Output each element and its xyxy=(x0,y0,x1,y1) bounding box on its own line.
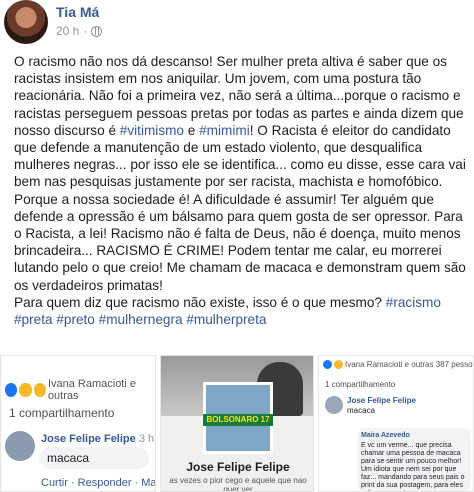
reactions-label: Ivana Ramacioti e outras 387 pessoas xyxy=(345,360,474,369)
post-line: bem nas pesquisas justamente por ser rac… xyxy=(14,174,443,190)
post-line-rest: ! O Racista é eleitor do candidato xyxy=(249,122,451,138)
commenter-name: Jose Felipe Felipe 3 h xyxy=(41,433,154,445)
post-line: o Racista, a lei! Racismo não é falta de… xyxy=(14,226,461,242)
post-body: O racismo não nos dá descanso! Ser mulhe… xyxy=(14,53,466,328)
haha-reaction-icon xyxy=(19,383,32,397)
like-reaction-icon xyxy=(5,383,18,397)
post-line: brincadeira... RACISMO É CRIME! Podem te… xyxy=(14,243,442,259)
globe-icon xyxy=(91,25,103,37)
post-line: Porque a nossa sociedade é! A dificuldad… xyxy=(14,191,434,207)
post-line: O racismo não nos dá descanso! Ser mulhe… xyxy=(14,54,447,69)
reply-author: Maira Azevedo xyxy=(361,432,410,439)
post-line: racistas perseguem pessoas pretas por to… xyxy=(14,105,464,121)
comment-actions: Curtir · Responder · Mais xyxy=(41,477,156,489)
reply-text: E vc um verme... que precisa chamar uma … xyxy=(361,442,465,491)
post-line: mulheres negras... por isso ele se ident… xyxy=(14,157,466,173)
post-line-text: nosso discurso é xyxy=(14,122,120,138)
reactions-summary: Ivana Ramacioti e outras 387 pessoas xyxy=(323,360,474,369)
post-header: Tia Má 20 h · xyxy=(0,0,474,46)
post-photos: Ivana Ramacioti e outras 1 compartilhame… xyxy=(0,355,474,492)
photo-thumbnail-1[interactable]: Ivana Ramacioti e outras 1 compartilhame… xyxy=(0,355,156,492)
profile-bio: as vezes o pior cego e aquele que nao qu… xyxy=(169,476,307,492)
like-reaction-icon xyxy=(323,360,332,369)
photo-thumbnail-2[interactable]: BOLSONARO 17 Jose Felipe Felipe as vezes… xyxy=(160,355,314,492)
post-line: racistas insistem em nos aniquilar. Um j… xyxy=(14,71,422,87)
hashtag-line: #preta #preto #mulhernegra #mulherpreta xyxy=(14,311,466,328)
comment-text: macaca xyxy=(47,451,90,465)
hashtag-mulhernegra[interactable]: #mulhernegra xyxy=(99,312,183,327)
hashtag-preto[interactable]: #preto xyxy=(56,312,95,327)
share-count: 1 compartilhamento xyxy=(9,406,115,420)
post-line-and: e xyxy=(184,122,200,138)
post-line: nosso discurso é #vitimismo e #mimimi! O… xyxy=(14,122,466,139)
comment-text: macaca xyxy=(347,406,376,415)
post-line: defende a opressão é um bálsamo para que… xyxy=(14,208,463,224)
photo-thumbnail-3[interactable]: Ivana Ramacioti e outras 387 pessoas 1 c… xyxy=(318,355,474,492)
meta-separator: · xyxy=(83,24,88,38)
post-line: que defende a manutenção de um estado vi… xyxy=(14,140,423,156)
post-line: reacionária. Não foi a primeira vez, não… xyxy=(14,88,461,104)
profile-badge: BOLSONARO 17 xyxy=(203,414,273,426)
hashtag-mulherpreta[interactable]: #mulherpreta xyxy=(186,312,266,327)
share-count: 1 compartilhamento xyxy=(325,380,396,389)
haha-reaction-icon xyxy=(334,360,343,369)
comment: Jose Felipe Felipe macaca xyxy=(325,396,473,422)
post-line: Para quem diz que racismo não existe, is… xyxy=(14,294,466,311)
hashtag-racismo[interactable]: #racismo xyxy=(386,295,441,310)
post-line-text: Para quem diz que racismo não existe, is… xyxy=(14,294,386,310)
reactions-label: Ivana Ramacioti e outras xyxy=(47,378,136,402)
reactions-summary: Ivana Ramacioti e outras xyxy=(5,378,155,402)
reply: Maira Azevedo E vc um verme... que preci… xyxy=(339,428,473,491)
profile-name: Jose Felipe Felipe xyxy=(186,460,290,474)
author-avatar[interactable] xyxy=(4,0,48,44)
commenter-avatar xyxy=(325,396,343,414)
author-name[interactable]: Tia Má xyxy=(56,4,99,20)
commenter-name: Jose Felipe Felipe xyxy=(347,396,416,405)
hashtag-preta[interactable]: #preta xyxy=(14,312,53,327)
post-time[interactable]: 20 h xyxy=(56,24,79,38)
commenter-avatar xyxy=(5,431,35,461)
commenter-name-text: Jose Felipe Felipe xyxy=(41,433,136,445)
post-line: os verdadeiros primatas! xyxy=(14,277,163,293)
post-meta: 20 h · xyxy=(56,24,103,38)
comment-time: 3 h xyxy=(138,433,155,445)
hashtag-mimimi[interactable]: #mimimi xyxy=(199,123,250,138)
post-line: lutando pelo o que creio! Me chamam de m… xyxy=(14,260,466,276)
wow-reaction-icon xyxy=(33,383,46,397)
hashtag-vitimismo[interactable]: #vitimismo xyxy=(120,123,184,138)
